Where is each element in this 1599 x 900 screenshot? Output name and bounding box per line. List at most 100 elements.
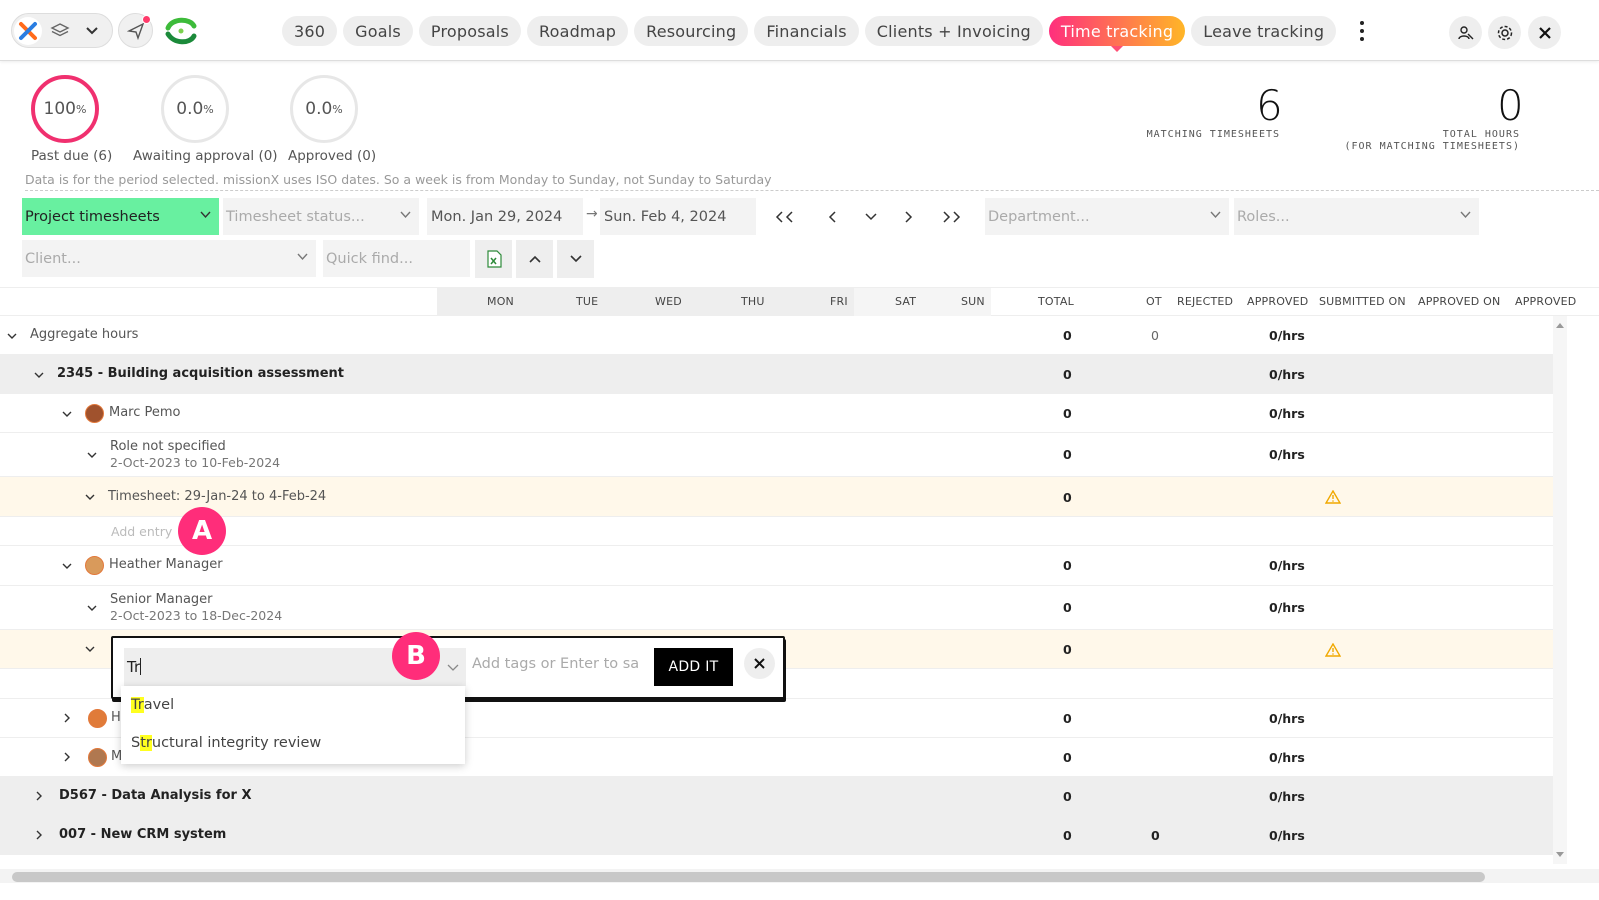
tab-roadmap[interactable]: Roadmap <box>526 16 629 46</box>
popup-close-button[interactable] <box>744 648 775 679</box>
roles-select[interactable]: Roles... <box>1234 198 1479 235</box>
collapse-all-button[interactable] <box>516 240 553 278</box>
date-to-input[interactable]: Sun. Feb 4, 2024 <box>600 198 756 235</box>
prev-period-icon[interactable] <box>822 207 844 227</box>
tab-time-tracking[interactable]: Time tracking <box>1048 16 1186 52</box>
ot-value: 0 <box>1151 328 1159 343</box>
timesheet-period: Timesheet: 29-Jan-24 to 4-Feb-24 <box>108 489 327 504</box>
chevron-right-icon[interactable] <box>60 711 74 725</box>
total-value: 0 <box>1063 406 1072 421</box>
chevron-down-icon[interactable] <box>85 448 99 462</box>
export-excel-button[interactable] <box>475 240 512 278</box>
tab-360[interactable]: 360 <box>282 16 338 46</box>
add-entry-link[interactable]: Add entry <box>111 524 172 539</box>
chevron-right-icon[interactable] <box>32 789 46 803</box>
app-switcher[interactable] <box>11 13 113 48</box>
chevron-down-icon[interactable] <box>83 490 97 504</box>
next-period-icon[interactable] <box>897 207 919 227</box>
timesheet-row[interactable]: Timesheet: 29-Jan-24 to 4-Feb-24 0 <box>0 477 1553 517</box>
approved-value: 0/hrs <box>1269 558 1305 573</box>
tab-proposals[interactable]: Proposals <box>418 16 521 46</box>
matching-label: MATCHING TIMESHEETS <box>1146 129 1280 140</box>
missionx-logo-icon[interactable] <box>12 15 44 47</box>
view-select[interactable]: Project timesheets <box>22 198 219 235</box>
avatar <box>85 404 104 423</box>
total-hours-value: 0 <box>1497 81 1524 130</box>
approved-value: 0/hrs <box>1269 600 1305 615</box>
department-select[interactable]: Department... <box>985 198 1229 235</box>
approved-ring: 0.0% <box>290 75 358 143</box>
add-it-button[interactable]: ADD IT <box>654 648 733 686</box>
vertical-scrollbar[interactable] <box>1553 316 1567 864</box>
annotation-badge-b: B <box>392 632 440 680</box>
role-row[interactable]: Role not specified 2-Oct-2023 to 10-Feb-… <box>0 433 1553 477</box>
col-wed: WED <box>655 295 682 308</box>
chevron-right-icon[interactable] <box>60 750 74 764</box>
approved-label: Approved (0) <box>288 148 377 164</box>
top-bar: 360 Goals Proposals Roadmap Resourcing F… <box>0 0 1599 61</box>
task-suggestions-dropdown: Travel Structural integrity review <box>121 686 465 764</box>
chevron-right-icon[interactable] <box>32 828 46 842</box>
total-value: 0 <box>1063 789 1072 804</box>
layers-icon[interactable] <box>44 15 76 47</box>
tab-clients-invoicing[interactable]: Clients + Invoicing <box>864 16 1043 46</box>
close-button[interactable] <box>1528 16 1561 49</box>
brand-logo <box>164 14 198 48</box>
tab-resourcing[interactable]: Resourcing <box>634 16 749 46</box>
approved-value: 0.0 <box>305 99 333 119</box>
person-row[interactable]: Marc Pemo 0 0/hrs <box>0 394 1553 433</box>
excel-icon <box>486 250 502 268</box>
horizontal-scrollbar[interactable] <box>0 869 1599 883</box>
quick-find-input[interactable]: Quick find... <box>323 240 470 277</box>
chevron-down-icon[interactable] <box>60 407 74 421</box>
roles-placeholder: Roles... <box>1237 208 1290 225</box>
next-period-fast-icon[interactable] <box>940 207 962 227</box>
col-thu: THU <box>741 295 765 308</box>
table-row[interactable]: Aggregate hours 0 0 0/hrs <box>0 316 1553 355</box>
awaiting-value: 0.0 <box>176 99 204 119</box>
tags-input[interactable]: Add tags or Enter to save <box>472 656 638 672</box>
person-name: H <box>111 710 121 725</box>
suggestion-travel[interactable]: Travel <box>131 697 174 713</box>
approved-value: 0/hrs <box>1269 789 1305 804</box>
chevron-down-icon[interactable] <box>60 559 74 573</box>
view-select-value: Project timesheets <box>25 208 160 225</box>
scroll-down-icon[interactable] <box>1553 850 1567 860</box>
project-row[interactable]: 007 - New CRM system 0 0 0/hrs <box>0 816 1553 855</box>
col-fri: FRI <box>830 295 848 308</box>
client-select[interactable]: Client... <box>22 240 316 277</box>
suggestion-structural-integrity-review[interactable]: Structural integrity review <box>131 735 321 751</box>
tab-leave-tracking[interactable]: Leave tracking <box>1191 16 1337 46</box>
user-switch-button[interactable] <box>1449 16 1482 49</box>
tab-goals[interactable]: Goals <box>343 16 413 46</box>
timesheet-status-select[interactable]: Timesheet status... <box>223 198 419 235</box>
settings-button[interactable] <box>1488 16 1521 49</box>
role-row[interactable]: Senior Manager 2-Oct-2023 to 18-Dec-2024… <box>0 586 1553 630</box>
person-row[interactable]: Heather Manager 0 0/hrs <box>0 546 1553 586</box>
date-from-input[interactable]: Mon. Jan 29, 2024 <box>427 198 583 235</box>
scrollbar-thumb[interactable] <box>12 872 1485 882</box>
awaiting-ring: 0.0% <box>161 75 229 143</box>
project-row[interactable]: 2345 - Building acquisition assessment 0… <box>0 355 1553 394</box>
total-value: 0 <box>1063 711 1072 726</box>
user-search-icon <box>1457 25 1473 39</box>
warning-icon <box>1325 490 1341 504</box>
col-mon: MON <box>487 295 514 308</box>
chevron-down-icon[interactable] <box>83 642 97 656</box>
prev-period-fast-icon[interactable] <box>774 207 796 227</box>
chevron-down-icon[interactable] <box>32 368 46 382</box>
chevron-down-icon[interactable] <box>447 664 459 672</box>
expand-all-button[interactable] <box>557 240 594 278</box>
project-row[interactable]: D567 - Data Analysis for X 0 0/hrs <box>0 777 1553 816</box>
tab-financials[interactable]: Financials <box>754 16 859 46</box>
warning-icon <box>1325 643 1341 657</box>
more-menu-icon[interactable] <box>1355 19 1369 43</box>
option-text: S <box>131 735 141 751</box>
chevron-down-icon[interactable] <box>5 329 19 343</box>
period-menu-chevron-icon[interactable] <box>860 207 882 227</box>
project-name: 007 - New CRM system <box>59 827 227 842</box>
chevron-down-icon[interactable] <box>85 601 99 615</box>
chevron-down-icon[interactable] <box>76 15 108 47</box>
total-value: 0 <box>1063 750 1072 765</box>
scroll-up-icon[interactable] <box>1553 320 1567 330</box>
